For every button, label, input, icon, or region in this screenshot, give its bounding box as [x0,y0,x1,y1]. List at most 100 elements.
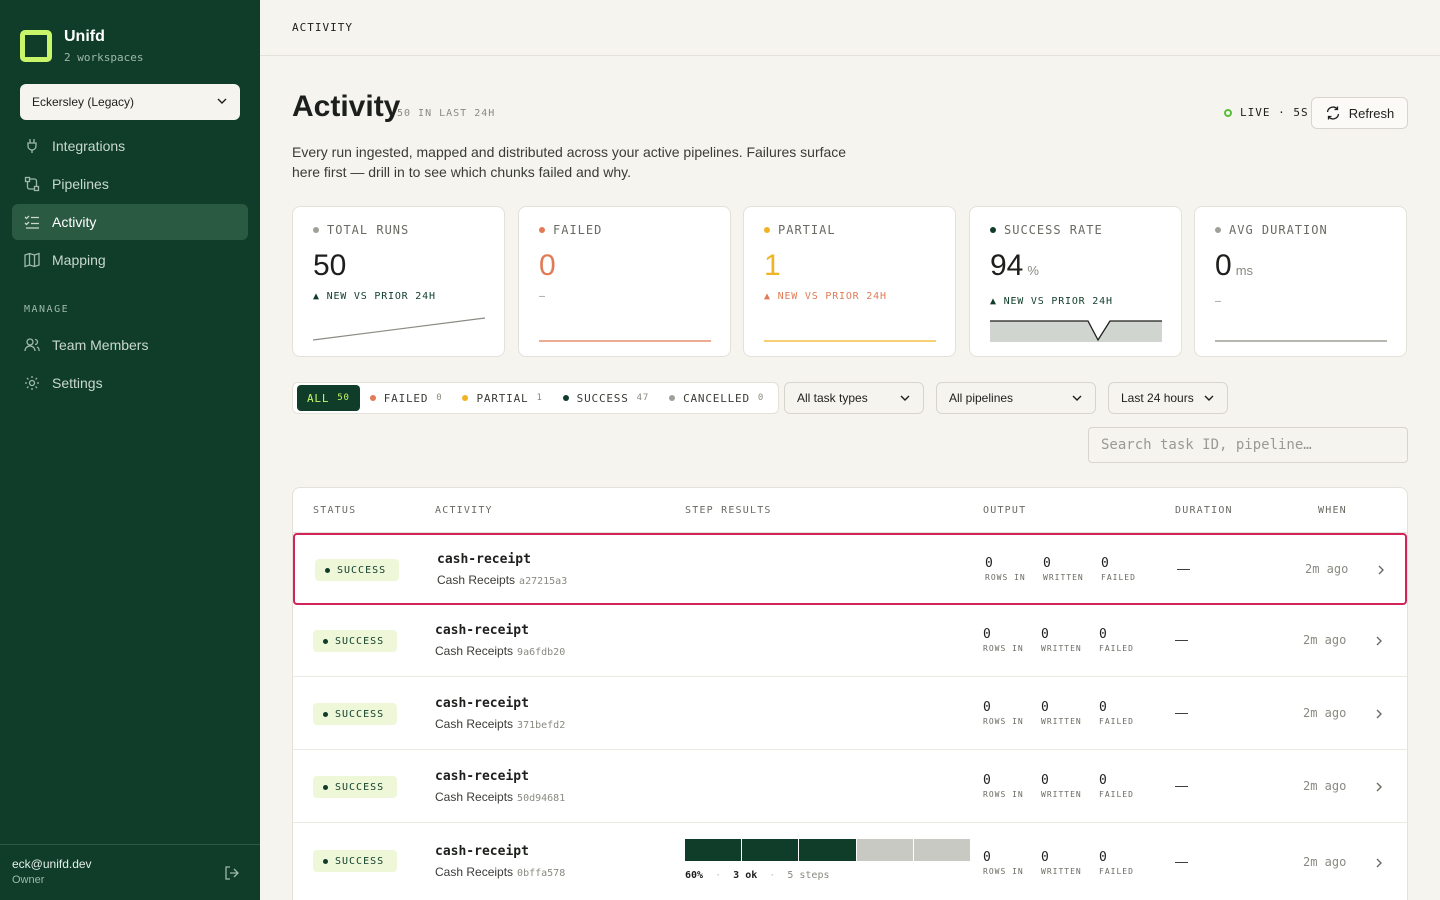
output-label: FAILED [1099,644,1134,653]
sidebar-item-activity[interactable]: Activity [12,204,248,240]
column-header: STATUS [313,505,357,516]
sidebar-item-settings[interactable]: Settings [12,365,248,401]
pipeline-icon [24,176,40,192]
chevron-right-icon[interactable] [1373,857,1385,869]
filter-partial[interactable]: PARTIAL 1 [452,385,552,411]
refresh-label: Refresh [1348,105,1395,121]
chevron-right-icon[interactable] [1375,564,1387,576]
output-label: ROWS IN [983,717,1024,726]
output-label: WRITTEN [1043,573,1084,582]
status-dot [325,567,330,573]
output-value: 0 [1099,850,1107,865]
activity-pipeline: Cash Receipts 9a6fdb20 [435,644,565,658]
output-label: ROWS IN [983,790,1024,799]
page-description: Every run ingested, mapped and distribut… [292,144,847,180]
pipeline-name: Cash Receipts [435,644,514,658]
refresh-button[interactable]: Refresh [1311,97,1408,129]
filter-cancelled[interactable]: CANCELLED 0 [659,385,774,411]
logout-icon[interactable] [224,865,240,886]
step-results-meta: 60% · 3 ok · 5 steps [685,870,830,881]
refresh-icon [1326,106,1339,120]
kpi-avg-duration: AVG DURATION 0 ms — [1194,206,1407,357]
status-dot [764,227,770,233]
chevron-down-icon [216,95,228,110]
when: 2m ago [1305,562,1349,576]
sidebar-item-team-members[interactable]: Team Members [12,327,248,363]
filter-success[interactable]: SUCCESS 47 [553,385,659,411]
sidebar-item-integrations[interactable]: Integrations [12,128,248,164]
kpi-delta: — [1215,296,1222,307]
table-row[interactable]: SUCCESS cash-receipt Cash Receipts a27215… [293,533,1407,605]
kpi-delta: — [539,291,546,302]
kpi-number: 94 [990,249,1024,282]
topbar: ACTIVITY [260,0,1440,56]
plug-icon [24,138,40,154]
table-row[interactable]: SUCCESS cash-receipt Cash Receipts 9a6fdb… [293,605,1407,677]
step-segment-ok [799,839,856,861]
kpi-label: PARTIAL [778,223,836,237]
sparkline [764,340,936,342]
output-rows-in: 0 ROWS IN [983,773,1024,799]
when: 2m ago [1303,855,1347,869]
pipeline-name: Cash Receipts [437,573,516,587]
column-header: ACTIVITY [435,505,493,516]
table-row[interactable]: SUCCESS cash-receipt Cash Receipts 371bef… [293,678,1407,750]
column-header: WHEN [1318,505,1347,516]
output-label: FAILED [1101,573,1136,582]
output-label: WRITTEN [1041,717,1082,726]
filter-all[interactable]: ALL 50 [297,385,360,411]
task-type-select[interactable]: All task types [784,382,924,414]
table-row[interactable]: SUCCESS cash-receipt Cash Receipts 50d946… [293,751,1407,823]
task-id: a27215a3 [519,576,568,587]
output-value: 0 [1101,556,1109,571]
user-email: eck@unifd.dev [12,857,92,871]
filter-failed[interactable]: FAILED 0 [360,385,453,411]
map-icon [24,252,40,268]
workspace-select[interactable]: Eckersley (Legacy) [20,84,240,120]
search-input[interactable] [1088,427,1408,463]
activity-table: STATUS ACTIVITY STEP RESULTS OUTPUT DURA… [292,487,1408,900]
chevron-right-icon[interactable] [1373,781,1385,793]
filter-label: ALL [307,391,330,405]
status-dot [669,395,676,401]
output-failed: 0 FAILED [1099,627,1134,653]
pipeline-name: Cash Receipts [435,790,514,804]
sidebar-item-mapping[interactable]: Mapping [12,242,248,278]
status-dot [1215,227,1221,233]
logo-icon [20,30,52,62]
task-id: 9a6fdb20 [517,647,566,658]
activity-pipeline: Cash Receipts a27215a3 [437,573,567,587]
kpi-total-runs: TOTAL RUNS 50 ▲ NEW VS PRIOR 24H [292,206,505,357]
chevron-down-icon [1204,395,1214,401]
status-dot [313,227,319,233]
step-ok: 3 ok [733,870,758,881]
sidebar-item-pipelines[interactable]: Pipelines [12,166,248,202]
time-range-select[interactable]: Last 24 hours [1108,382,1228,414]
manage-section-label: MANAGE [24,304,70,315]
output-label: ROWS IN [983,867,1024,876]
filter-count: 47 [636,393,650,403]
status-badge: SUCCESS [313,776,397,798]
status-label: SUCCESS [335,855,385,867]
status-filter-segments: ALL 50 FAILED 0 PARTIAL 1 SUCCESS 47 CANCELL… [292,382,780,414]
table-row[interactable]: SUCCESS cash-receipt Cash Receipts 0bffa5… [293,824,1407,900]
output-value: 0 [983,700,991,715]
activity-pipeline: Cash Receipts 371befd2 [435,717,565,731]
output-failed: 0 FAILED [1099,773,1134,799]
kpi-label: TOTAL RUNS [327,223,410,237]
pipeline-select[interactable]: All pipelines [936,382,1096,414]
chevron-right-icon[interactable] [1373,708,1385,720]
output-value: 0 [983,850,991,865]
output-label: FAILED [1099,717,1134,726]
output-value: 0 [1041,700,1049,715]
status-dot [462,395,469,401]
output-value: 0 [983,627,991,642]
chevron-down-icon [1072,395,1082,401]
output-value: 0 [1041,627,1049,642]
filter-count: 50 [337,393,350,403]
sidebar-item-label: Activity [52,214,97,230]
status-label: SUCCESS [335,781,385,793]
sparkline [1215,340,1387,342]
chevron-right-icon[interactable] [1373,635,1385,647]
duration: — [1177,561,1190,576]
